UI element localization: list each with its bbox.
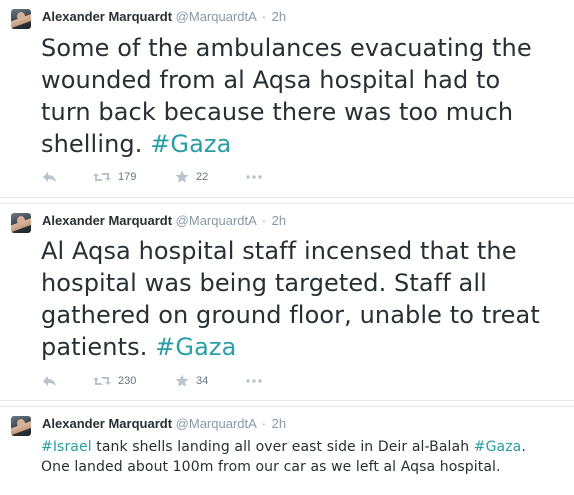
tweet-text-body: tank shells landing all over east side i… bbox=[91, 439, 474, 455]
retweet-button[interactable]: 179 bbox=[93, 169, 136, 185]
favorite-button[interactable]: 34 bbox=[175, 373, 208, 389]
author-name[interactable]: Alexander Marquardt bbox=[42, 9, 172, 24]
retweet-count: 179 bbox=[118, 171, 137, 183]
timeline: Alexander Marquardt @MarquardtA · 2h Som… bbox=[0, 0, 574, 495]
author-name[interactable]: Alexander Marquardt bbox=[42, 416, 172, 431]
tweet[interactable]: Alexander Marquardt @MarquardtA · 2h Al … bbox=[0, 203, 574, 401]
retweet-icon bbox=[93, 377, 111, 385]
more-icon bbox=[246, 175, 262, 179]
author-name[interactable]: Alexander Marquardt bbox=[42, 213, 172, 228]
more-button[interactable] bbox=[246, 373, 262, 389]
tweet-text-body: Al Aqsa hospital staff incensed that the… bbox=[41, 237, 540, 361]
tweet-header: Alexander Marquardt @MarquardtA · 2h bbox=[42, 416, 286, 432]
hashtag-link[interactable]: #Gaza bbox=[155, 333, 236, 361]
separator: · bbox=[261, 213, 267, 228]
tweet-text: Some of the ambulances evacuating the wo… bbox=[41, 32, 554, 160]
star-icon bbox=[175, 170, 189, 183]
author-handle[interactable]: @MarquardtA bbox=[176, 213, 256, 228]
tweet-header: Alexander Marquardt @MarquardtA · 2h bbox=[42, 213, 286, 229]
hashtag-link[interactable]: #Israel bbox=[41, 439, 92, 455]
author-handle[interactable]: @MarquardtA bbox=[176, 9, 256, 24]
retweet-count: 230 bbox=[118, 375, 137, 387]
more-button[interactable] bbox=[246, 169, 262, 185]
reply-icon bbox=[43, 172, 56, 182]
tweet-actions: 179 22 bbox=[42, 169, 302, 185]
retweet-button[interactable]: 230 bbox=[93, 373, 136, 389]
star-icon bbox=[175, 374, 189, 387]
tweet-text-body: Some of the ambulances evacuating the wo… bbox=[41, 34, 532, 158]
avatar[interactable] bbox=[11, 416, 31, 436]
tweet[interactable]: Alexander Marquardt @MarquardtA · 2h Som… bbox=[0, 0, 574, 198]
tweet-text: #Israel tank shells landing all over eas… bbox=[41, 437, 554, 477]
reply-button[interactable] bbox=[42, 169, 58, 185]
timestamp[interactable]: 2h bbox=[272, 9, 286, 24]
avatar[interactable] bbox=[11, 213, 31, 233]
separator: · bbox=[261, 416, 267, 431]
timestamp[interactable]: 2h bbox=[272, 213, 286, 228]
hashtag-link[interactable]: #Gaza bbox=[150, 130, 231, 158]
tweet[interactable]: Alexander Marquardt @MarquardtA · 2h #Is… bbox=[0, 406, 574, 495]
timestamp[interactable]: 2h bbox=[272, 416, 286, 431]
reply-button[interactable] bbox=[42, 373, 58, 389]
hashtag-link[interactable]: #Gaza bbox=[474, 439, 522, 455]
separator: · bbox=[261, 9, 267, 24]
avatar[interactable] bbox=[11, 9, 31, 29]
reply-icon bbox=[43, 376, 56, 386]
author-handle[interactable]: @MarquardtA bbox=[176, 416, 256, 431]
retweet-icon bbox=[93, 173, 111, 181]
favorite-button[interactable]: 22 bbox=[175, 169, 208, 185]
tweet-header: Alexander Marquardt @MarquardtA · 2h bbox=[42, 9, 286, 25]
tweet-text: Al Aqsa hospital staff incensed that the… bbox=[41, 235, 554, 363]
tweet-actions: 230 34 bbox=[42, 373, 302, 389]
favorite-count: 34 bbox=[196, 375, 209, 387]
more-icon bbox=[246, 379, 262, 383]
favorite-count: 22 bbox=[196, 171, 209, 183]
